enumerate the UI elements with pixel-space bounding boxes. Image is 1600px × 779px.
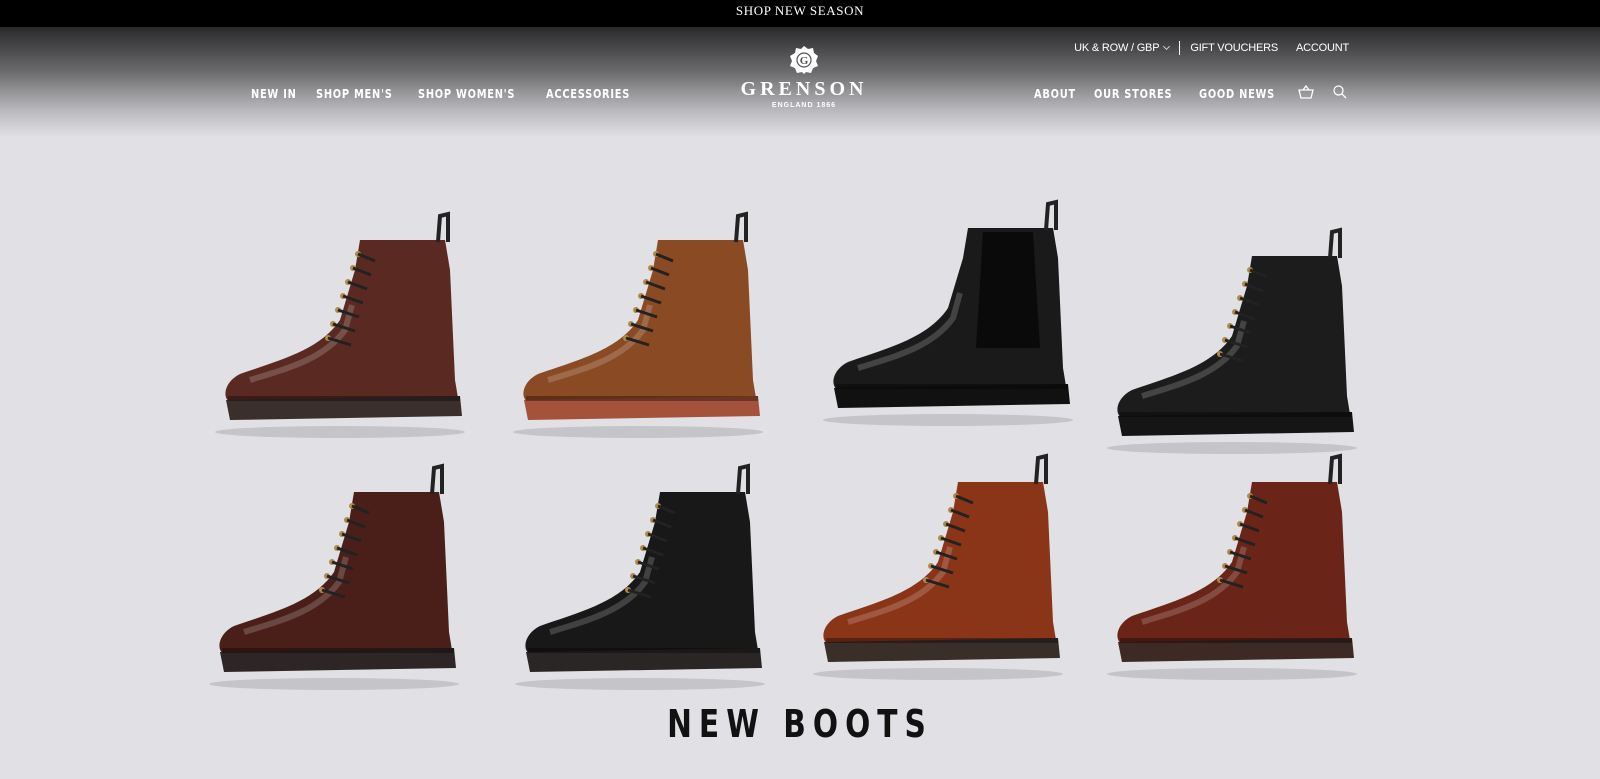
boot-black-hiker[interactable] bbox=[510, 462, 770, 692]
basket-icon bbox=[1298, 84, 1314, 99]
utility-nav: UK & ROW / GBP GIFT VOUCHERS ACCOUNT bbox=[1074, 41, 1349, 55]
announcement-text[interactable]: SHOP NEW SEASON bbox=[736, 3, 864, 18]
announcement-bar[interactable]: SHOP NEW SEASON bbox=[0, 0, 1600, 27]
logo-tagline: ENGLAND 1866 bbox=[771, 102, 837, 109]
boot-brown-hiker[interactable] bbox=[1102, 452, 1362, 682]
primary-nav-left: NEW IN SHOP MEN'S SHOP WOMEN'S ACCESSORI… bbox=[251, 87, 648, 101]
search-button[interactable] bbox=[1330, 82, 1350, 102]
chevron-down-icon bbox=[1163, 42, 1171, 51]
region-selector[interactable]: UK & ROW / GBP bbox=[1074, 42, 1171, 54]
boot-brown-strap[interactable] bbox=[210, 210, 470, 440]
divider bbox=[1179, 41, 1181, 55]
hero-title[interactable]: NEW BOOTS bbox=[176, 702, 1424, 746]
nav-our-stores[interactable]: OUR STORES bbox=[1094, 87, 1172, 101]
site-logo[interactable]: G GRENSON ENGLAND 1866 bbox=[732, 45, 876, 109]
region-label: UK & ROW / GBP bbox=[1074, 42, 1160, 54]
nav-good-news[interactable]: GOOD NEWS bbox=[1199, 87, 1275, 101]
nav-shop-womens[interactable]: SHOP WOMEN'S bbox=[418, 87, 515, 101]
basket-button[interactable] bbox=[1296, 82, 1316, 102]
nav-accessories[interactable]: ACCESSORIES bbox=[546, 87, 630, 101]
primary-nav-right: ABOUT OUR STORES GOOD NEWS bbox=[1034, 87, 1291, 101]
header-icons bbox=[1296, 82, 1350, 102]
crest-icon: G bbox=[790, 46, 818, 74]
gift-vouchers-link[interactable]: GIFT VOUCHERS bbox=[1190, 42, 1278, 54]
hero-boots-image[interactable] bbox=[190, 190, 1390, 690]
nav-about[interactable]: ABOUT bbox=[1034, 87, 1076, 101]
boot-tan-lace[interactable] bbox=[508, 210, 768, 440]
boot-red-brown-lace[interactable] bbox=[808, 452, 1068, 682]
boot-black-chelsea[interactable] bbox=[818, 198, 1078, 428]
logo-monogram: G bbox=[800, 55, 809, 67]
nav-new-in[interactable]: NEW IN bbox=[251, 87, 297, 101]
site-header: UK & ROW / GBP GIFT VOUCHERS ACCOUNT NEW… bbox=[0, 27, 1600, 137]
search-icon bbox=[1333, 85, 1347, 99]
account-link[interactable]: ACCOUNT bbox=[1296, 42, 1349, 54]
boot-black-shearling[interactable] bbox=[1102, 226, 1362, 456]
nav-shop-mens[interactable]: SHOP MEN'S bbox=[316, 87, 393, 101]
boot-oxblood-lace[interactable] bbox=[204, 462, 464, 692]
logo-wordmark: GRENSON bbox=[740, 78, 868, 100]
